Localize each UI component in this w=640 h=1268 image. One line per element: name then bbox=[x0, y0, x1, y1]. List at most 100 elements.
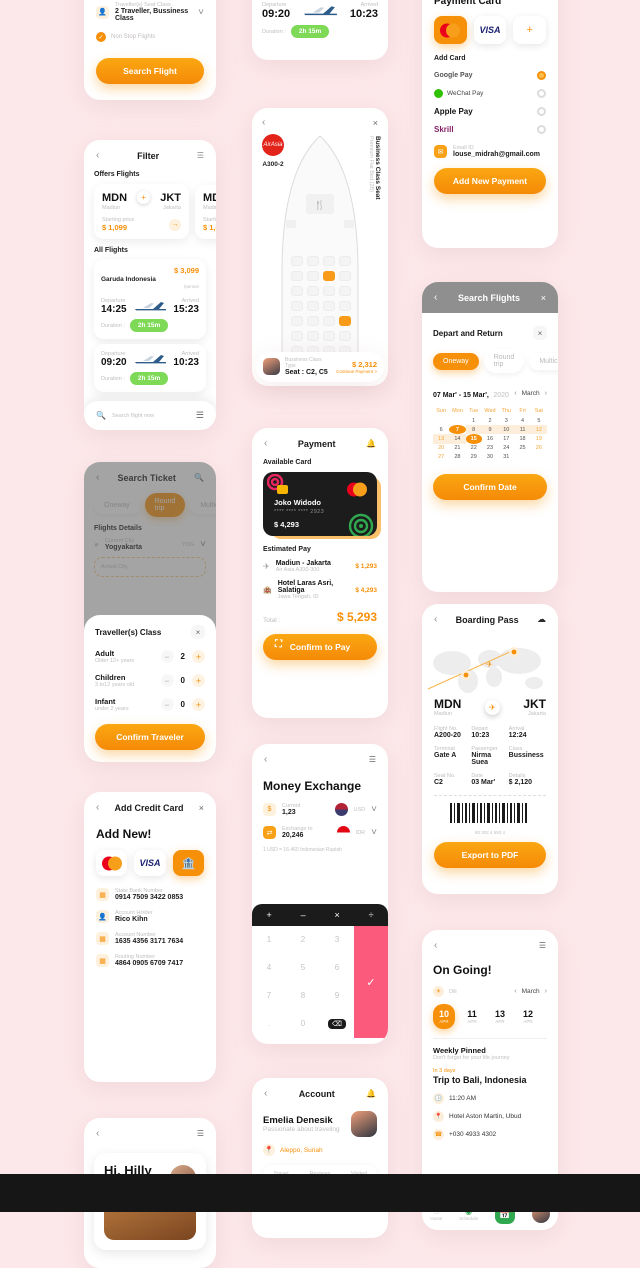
close-icon[interactable]: × bbox=[541, 293, 546, 303]
key-0[interactable]: 0 bbox=[301, 1019, 305, 1028]
mastercard-logo[interactable] bbox=[434, 16, 467, 44]
key-2[interactable]: 2 bbox=[301, 935, 305, 944]
payment-option-google-pay[interactable]: Google Pay bbox=[434, 71, 546, 80]
close-icon[interactable]: × bbox=[199, 803, 204, 813]
seat[interactable] bbox=[291, 271, 303, 281]
increment-button[interactable]: + bbox=[192, 698, 205, 711]
seat[interactable] bbox=[291, 286, 303, 296]
back-icon[interactable]: ‹ bbox=[434, 614, 437, 625]
continue-payment-link[interactable]: Continue Payment > bbox=[336, 369, 377, 374]
backspace-icon[interactable]: ⌫ bbox=[328, 1018, 346, 1029]
day-cell[interactable]: 19 bbox=[531, 434, 547, 443]
day-cell[interactable]: 5 bbox=[531, 416, 547, 425]
day-cell[interactable]: 20 bbox=[433, 444, 449, 453]
day-cell[interactable]: 26 bbox=[531, 444, 547, 453]
key-4[interactable]: 4 bbox=[267, 963, 271, 972]
key-3[interactable]: 3 bbox=[335, 935, 339, 944]
day-chip[interactable]: 11 APR bbox=[461, 1004, 483, 1029]
prev-month-icon[interactable]: ‹ bbox=[514, 390, 516, 397]
tab-oneway[interactable]: Oneway bbox=[433, 352, 479, 370]
arrow-right-icon[interactable]: → bbox=[169, 218, 181, 231]
confirm-date-button[interactable]: Confirm Date bbox=[433, 473, 547, 500]
back-icon[interactable]: ‹ bbox=[262, 117, 265, 128]
day-cell[interactable] bbox=[433, 416, 449, 425]
op-plus[interactable]: + bbox=[266, 910, 271, 920]
key-1[interactable]: 1 bbox=[267, 935, 271, 944]
key-8[interactable]: 8 bbox=[301, 991, 305, 1000]
day-cell[interactable]: 16 bbox=[482, 434, 498, 443]
key-dot[interactable]: . bbox=[268, 1019, 270, 1028]
day-cell[interactable]: 22 bbox=[466, 444, 482, 453]
chevron-down-icon[interactable]: ˅ bbox=[371, 827, 377, 838]
key-9[interactable]: 9 bbox=[335, 991, 339, 1000]
day-cell[interactable] bbox=[449, 416, 465, 425]
day-cell[interactable]: 17 bbox=[498, 434, 514, 443]
seat[interactable] bbox=[291, 331, 303, 341]
download-icon[interactable]: ☁ bbox=[537, 614, 546, 625]
seat-selected[interactable] bbox=[339, 316, 351, 326]
field-value[interactable]: Rico Kihn bbox=[115, 916, 153, 923]
filter-icon[interactable]: ☰ bbox=[539, 941, 546, 950]
increment-button[interactable]: + bbox=[192, 650, 205, 663]
seat[interactable] bbox=[339, 331, 351, 341]
export-to-pdf-button[interactable]: Export to PDF bbox=[434, 842, 546, 868]
seat[interactable] bbox=[307, 316, 319, 326]
confirm-traveler-button[interactable]: Confirm Traveler bbox=[95, 724, 205, 750]
radio-unselected[interactable] bbox=[537, 107, 546, 116]
tab-multicity[interactable]: Multicity bbox=[529, 352, 558, 370]
decrement-button[interactable]: − bbox=[160, 674, 174, 687]
key-7[interactable]: 7 bbox=[267, 991, 271, 1000]
day-cell[interactable]: 2 bbox=[482, 416, 498, 425]
radio-unselected[interactable] bbox=[537, 89, 546, 98]
sort-icon[interactable]: ☰ bbox=[196, 410, 204, 421]
credit-card[interactable]: Joko Widodo **** **** **** 2923 $ 4,293 bbox=[263, 472, 377, 536]
back-icon[interactable]: ‹ bbox=[264, 754, 267, 765]
seat[interactable] bbox=[307, 256, 319, 266]
prev-month-icon[interactable]: ‹ bbox=[514, 988, 516, 995]
back-icon[interactable]: ‹ bbox=[264, 438, 267, 449]
back-icon[interactable]: ‹ bbox=[96, 1128, 99, 1139]
plus-icon[interactable]: + bbox=[513, 16, 547, 44]
day-cell[interactable]: 24 bbox=[498, 444, 514, 453]
seat[interactable] bbox=[307, 331, 319, 341]
day-cell[interactable]: 3 bbox=[498, 416, 514, 425]
day-cell[interactable]: 21 bbox=[449, 444, 465, 453]
next-month-icon[interactable]: › bbox=[545, 988, 547, 995]
seat[interactable] bbox=[291, 316, 303, 326]
bank-icon[interactable]: 🏦 bbox=[172, 850, 204, 876]
payment-option-skrill[interactable]: Skrill bbox=[434, 125, 546, 134]
seat[interactable] bbox=[323, 331, 335, 341]
back-icon[interactable]: ‹ bbox=[434, 292, 437, 303]
day-cell[interactable]: 25 bbox=[514, 444, 530, 453]
day-cell-in-range[interactable]: 11 bbox=[514, 425, 531, 435]
payment-option-wechat-pay[interactable]: WeChat Pay bbox=[434, 89, 546, 98]
day-cell-in-range[interactable]: 9 bbox=[481, 425, 499, 435]
offer-card[interactable]: MDN Madiun Starting price $ 1,099 bbox=[195, 184, 216, 239]
day-cell[interactable]: 1 bbox=[466, 416, 482, 425]
seat[interactable] bbox=[323, 256, 335, 266]
confirm-check-icon[interactable]: ✓ bbox=[354, 926, 388, 1038]
search-flight-button[interactable]: Search Flight bbox=[96, 58, 204, 84]
flight-row[interactable]: Departure 09:20 Arrived 10:23 Duration :… bbox=[94, 344, 206, 392]
seat-selected[interactable] bbox=[323, 271, 335, 281]
search-input[interactable]: Search flight now bbox=[112, 413, 196, 419]
op-divide[interactable]: ÷ bbox=[369, 910, 374, 920]
key-6[interactable]: 6 bbox=[335, 963, 339, 972]
seat[interactable] bbox=[323, 286, 335, 296]
seat[interactable] bbox=[307, 271, 319, 281]
day-chip[interactable]: 13 APR bbox=[489, 1004, 511, 1029]
field-value[interactable]: 4864 0905 6709 7417 bbox=[115, 960, 183, 967]
exchange-value[interactable]: 20,246 bbox=[282, 832, 331, 839]
seat[interactable] bbox=[339, 271, 351, 281]
seat[interactable] bbox=[307, 286, 319, 296]
field-value[interactable]: 0914 7509 3422 0853 bbox=[115, 894, 183, 901]
filter-icon[interactable]: ☰ bbox=[197, 1129, 204, 1138]
day-cell[interactable] bbox=[531, 453, 547, 462]
flight-row[interactable]: Garuda Indonesia $ 3,099 /person Departu… bbox=[94, 259, 206, 339]
next-month-icon[interactable]: › bbox=[545, 390, 547, 397]
day-cell[interactable]: 4 bbox=[514, 416, 530, 425]
filter-icon[interactable]: ☰ bbox=[197, 151, 204, 160]
field-value[interactable]: 1635 4356 3171 7634 bbox=[115, 938, 183, 945]
close-icon[interactable]: × bbox=[533, 326, 547, 340]
day-cell-in-range[interactable]: 12 bbox=[530, 425, 547, 435]
